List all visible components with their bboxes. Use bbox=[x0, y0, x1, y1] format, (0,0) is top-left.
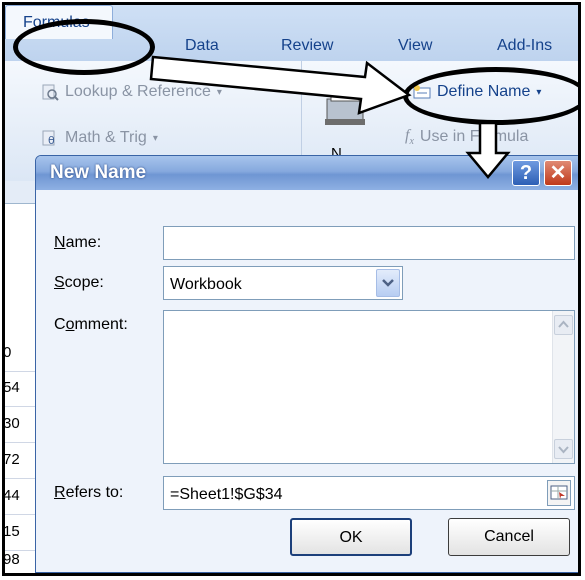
down-arrow-icon bbox=[465, 121, 511, 179]
right-arrow-icon bbox=[149, 55, 412, 115]
annotation-arrows bbox=[149, 55, 511, 179]
screenshot-frame: Formulas Data Review View Add-Ins Lookup… bbox=[2, 2, 581, 576]
